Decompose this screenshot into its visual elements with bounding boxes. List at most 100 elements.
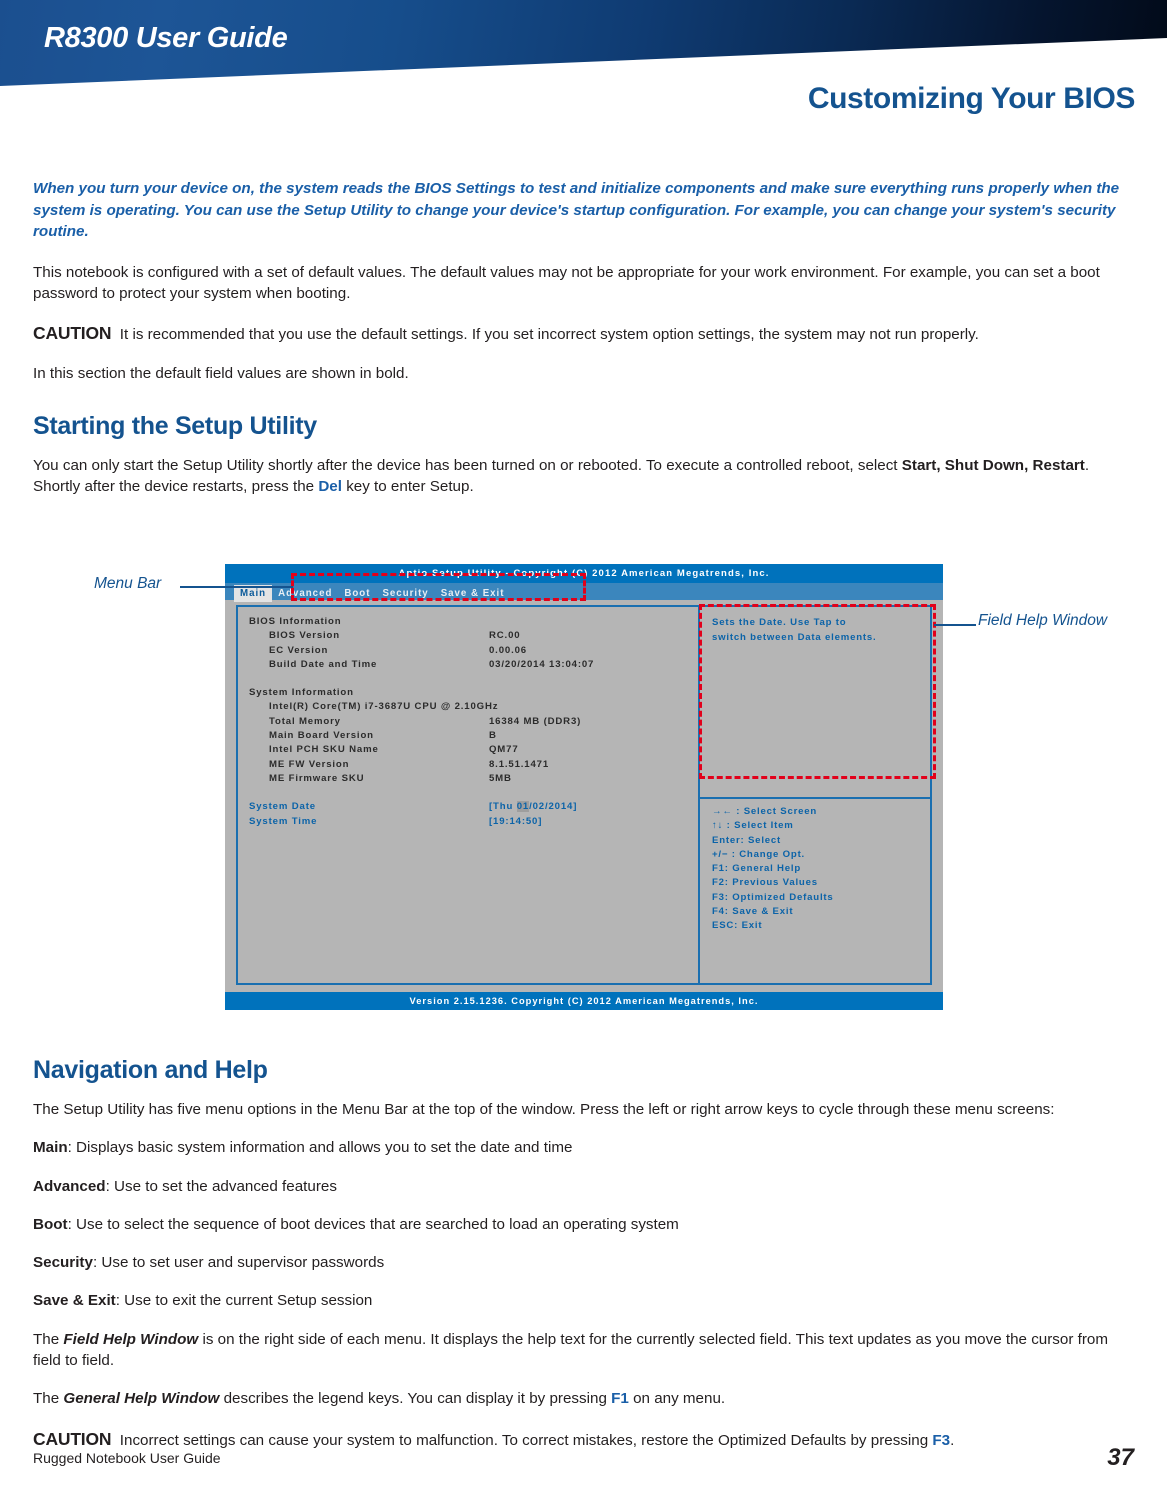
bios-menu-item-boot[interactable]: Boot — [338, 585, 376, 602]
bios-body: BIOS Information BIOS Version RC.00 EC V… — [236, 605, 932, 985]
field-help-window-paragraph: The Field Help Window is on the right si… — [33, 1329, 1136, 1372]
legend-key-select-item: ↑↓ : Select Item — [712, 820, 794, 832]
bios-row-value: 5MB — [489, 772, 512, 784]
field-help-line-1: Sets the Date. Use Tap to — [712, 617, 847, 628]
bios-row-system-time[interactable]: System Time [19:14:50] — [249, 815, 698, 829]
bios-row-value: 16384 MB (DDR3) — [489, 715, 582, 727]
bios-row-value: RC.00 — [489, 630, 521, 642]
annotation-label-field-help: Field Help Window — [978, 612, 1108, 629]
menu-option-main: Main: Displays basic system information … — [33, 1137, 1136, 1158]
menu-option-desc: : Use to exit the current Setup session — [115, 1292, 373, 1310]
general-help-mid: describes the legend keys. You can displ… — [219, 1390, 612, 1408]
menu-option-advanced: Advanced: Use to set the advanced featur… — [33, 1176, 1136, 1197]
legend-key-esc-exit: ESC: Exit — [712, 920, 763, 932]
annotation-leader-menu-bar — [180, 586, 293, 588]
general-help-post: on any menu. — [628, 1390, 726, 1408]
bios-row-system-date[interactable]: System Date [Thu 01/02/2014] — [249, 800, 698, 814]
caution-label-1: CAUTION — [33, 323, 112, 344]
page-header: R8300 User Guide Customizing Your BIOS — [0, 0, 1167, 145]
bios-row-label: Build Date and Time — [269, 658, 378, 670]
general-help-legend: →← : Select Screen ↑↓ : Select Item Ente… — [712, 805, 834, 934]
bios-help-pane: Sets the Date. Use Tap to switch between… — [700, 607, 930, 983]
legend-key-f4-save-exit: F4: Save & Exit — [712, 906, 794, 918]
menu-option-term: Save & Exit — [33, 1292, 116, 1310]
menu-option-security: Security: Use to set user and supervisor… — [33, 1252, 1136, 1273]
bios-row-label: EC Version — [269, 644, 329, 656]
bios-row-label: System Date — [249, 801, 316, 813]
bios-row-intel-pch-sku-name[interactable]: Intel PCH SKU Name QM77 — [249, 743, 698, 757]
menu-option-term: Advanced — [33, 1177, 106, 1195]
heading-navigation-and-help: Navigation and Help — [33, 1056, 268, 1084]
menu-option-desc: : Displays basic system information and … — [67, 1139, 573, 1157]
bios-row-me-firmware-sku[interactable]: ME Firmware SKU 5MB — [249, 772, 698, 786]
caution-text-1: It is recommended that you use the defau… — [119, 326, 979, 344]
help-pane-divider — [700, 797, 930, 799]
menu-option-term: Security — [33, 1254, 93, 1272]
general-help-key: F1 — [611, 1390, 629, 1408]
caution-text-2-pre: Incorrect settings can cause your system… — [119, 1431, 933, 1449]
bios-row-value: 8.1.51.1471 — [489, 758, 550, 770]
navigation-section: Navigation and Help The Setup Utility ha… — [33, 1032, 1136, 1468]
caution-label-2: CAUTION — [33, 1428, 112, 1449]
system-info-heading: System Information — [249, 687, 354, 699]
starting-body-part1: You can only start the Setup Utility sho… — [33, 457, 902, 475]
bios-row-label: ME Firmware SKU — [269, 772, 365, 784]
bios-info-heading: BIOS Information — [249, 616, 342, 627]
starting-body-part3: key to enter Setup. — [341, 478, 474, 496]
menu-option-boot: Boot: Use to select the sequence of boot… — [33, 1214, 1136, 1235]
starting-body: You can only start the Setup Utility sho… — [33, 455, 1136, 498]
bios-menu-bar[interactable]: Main Advanced Boot Security Save & Exit — [225, 583, 943, 602]
caution-text-2-key: F3 — [932, 1431, 951, 1449]
legend-key-enter-select: Enter: Select — [712, 834, 782, 846]
pane-spacer — [249, 786, 698, 800]
bios-row-ec-version[interactable]: EC Version 0.00.06 — [249, 644, 698, 658]
general-help-term: General Help Window — [63, 1390, 220, 1408]
page-footer: Rugged Notebook User Guide 37 — [0, 1444, 1167, 1474]
bios-row-total-memory[interactable]: Total Memory 16384 MB (DDR3) — [249, 715, 698, 729]
bios-row-value: 03/20/2014 13:04:07 — [489, 658, 595, 670]
system-date-cursor-field[interactable]: 01 — [516, 801, 530, 813]
menu-option-desc: : Use to set the advanced features — [105, 1177, 337, 1195]
bios-titlebar: Aptio Setup Utility - Copyright (C) 2012… — [225, 564, 943, 583]
bios-row-cpu[interactable]: Intel(R) Core(TM) i7-3687U CPU @ 2.10GHz — [249, 700, 698, 714]
legend-key-change-opt: +/− : Change Opt. — [712, 848, 806, 860]
bios-row-value: QM77 — [489, 744, 519, 756]
caution-block-1: CAUTION It is recommended that you use t… — [33, 321, 1136, 346]
menu-option-term: Main — [33, 1139, 68, 1157]
starting-body-bold: Start, Shut Down, Restart — [901, 457, 1085, 475]
general-help-window-paragraph: The General Help Window describes the le… — [33, 1388, 1136, 1409]
legend-key-select-screen: →← : Select Screen — [712, 806, 818, 817]
bios-menu-item-save-exit[interactable]: Save & Exit — [435, 585, 511, 602]
menu-option-desc: : Use to set user and supervisor passwor… — [92, 1254, 385, 1272]
bios-row-me-fw-version[interactable]: ME FW Version 8.1.51.1471 — [249, 758, 698, 772]
bios-setup-window[interactable]: Aptio Setup Utility - Copyright (C) 2012… — [225, 564, 943, 1010]
bios-row-value: B — [489, 730, 497, 742]
bios-row-value[interactable]: [Thu 01/02/2014] — [489, 800, 577, 814]
bios-row-value: 0.00.06 — [489, 644, 527, 656]
legend-key-f1-general-help: F1: General Help — [712, 863, 802, 875]
legend-key-f2-previous-values: F2: Previous Values — [712, 877, 818, 889]
legend-key-f3-optimized-defaults: F3: Optimized Defaults — [712, 891, 834, 903]
menu-option-desc: : Use to select the sequence of boot dev… — [67, 1215, 679, 1233]
general-help-pre: The — [33, 1390, 64, 1408]
chapter-title: Customizing Your BIOS — [807, 82, 1136, 115]
pane-spacer — [249, 672, 698, 686]
system-date-suffix: /02/2014] — [529, 801, 578, 813]
bios-menu-item-security[interactable]: Security — [376, 585, 434, 602]
bios-row-value[interactable]: [19:14:50] — [489, 815, 542, 829]
system-date-prefix: [Thu — [489, 801, 517, 813]
bios-row-label: Intel PCH SKU Name — [269, 744, 379, 756]
bios-row-bios-version[interactable]: BIOS Version RC.00 — [249, 629, 698, 643]
bios-row-main-board-version[interactable]: Main Board Version B — [249, 729, 698, 743]
intro-section: When you turn your device on, the system… — [33, 178, 1136, 515]
field-help-term: Field Help Window — [63, 1330, 199, 1348]
bios-row-label: Main Board Version — [269, 730, 374, 742]
intro-lead: When you turn your device on, the system… — [33, 180, 1120, 241]
footer-page-number: 37 — [1107, 1444, 1134, 1471]
starting-body-key: Del — [318, 478, 342, 496]
field-help-pre: The — [33, 1330, 64, 1348]
annotation-leader-field-help — [934, 624, 976, 626]
bios-settings-pane: BIOS Information BIOS Version RC.00 EC V… — [238, 607, 700, 983]
bios-row-build-date-and-time[interactable]: Build Date and Time 03/20/2014 13:04:07 — [249, 658, 698, 672]
bios-row-label: Total Memory — [269, 715, 341, 727]
